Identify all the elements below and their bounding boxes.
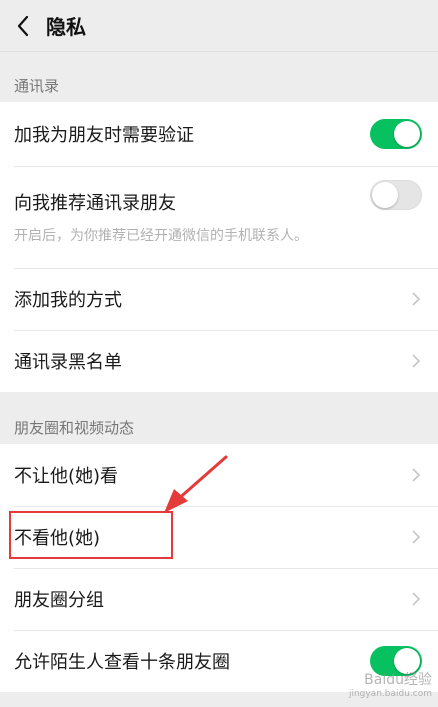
section-title-contacts: 通讯录 bbox=[0, 52, 438, 102]
chevron-right-icon bbox=[410, 290, 422, 308]
nav-header: 隐私 bbox=[0, 0, 438, 52]
recommend-label: 向我推荐通讯录朋友 bbox=[14, 193, 176, 214]
groups-label: 朋友圈分组 bbox=[14, 590, 104, 611]
section-title-moments: 朋友圈和视频动态 bbox=[0, 392, 438, 444]
watermark-url: jingyan.baidu.com bbox=[348, 689, 432, 699]
chevron-right-icon bbox=[410, 528, 422, 546]
watermark-brand: Baidu经验 bbox=[364, 672, 432, 688]
groups-row[interactable]: 朋友圈分组 bbox=[0, 568, 438, 630]
verify-row[interactable]: 加我为朋友时需要验证 bbox=[0, 102, 438, 166]
contacts-group: 加我为朋友时需要验证 向我推荐通讯录朋友 开启后，为你推荐已经开通微信的手机联系… bbox=[0, 102, 438, 392]
blacklist-label: 通讯录黑名单 bbox=[14, 352, 122, 373]
toggle-knob bbox=[394, 121, 420, 147]
chevron-right-icon bbox=[410, 590, 422, 608]
watermark: Baidu经验 jingyan.baidu.com bbox=[349, 669, 432, 699]
toggle-knob bbox=[372, 182, 398, 208]
highlight-box bbox=[9, 511, 173, 559]
recommend-toggle[interactable] bbox=[370, 180, 422, 210]
recommend-text: 向我推荐通讯录朋友 开启后，为你推荐已经开通微信的手机联系人。 bbox=[14, 189, 308, 245]
chevron-right-icon bbox=[410, 352, 422, 370]
add-methods-row[interactable]: 添加我的方式 bbox=[0, 268, 438, 330]
add-methods-label: 添加我的方式 bbox=[14, 290, 122, 311]
hide-from-label: 不让他(她)看 bbox=[14, 466, 119, 487]
red-arrow-annotation bbox=[164, 455, 228, 513]
recommend-description: 开启后，为你推荐已经开通微信的手机联系人。 bbox=[14, 228, 308, 244]
page-title: 隐私 bbox=[46, 15, 86, 39]
recommend-row[interactable]: 向我推荐通讯录朋友 开启后，为你推荐已经开通微信的手机联系人。 bbox=[0, 166, 438, 268]
strangers-label: 允许陌生人查看十条朋友圈 bbox=[14, 652, 230, 673]
chevron-right-icon bbox=[410, 466, 422, 484]
verify-label: 加我为朋友时需要验证 bbox=[14, 125, 194, 146]
chevron-left-icon[interactable] bbox=[12, 15, 34, 37]
blacklist-row[interactable]: 通讯录黑名单 bbox=[0, 330, 438, 392]
verify-toggle[interactable] bbox=[370, 119, 422, 149]
